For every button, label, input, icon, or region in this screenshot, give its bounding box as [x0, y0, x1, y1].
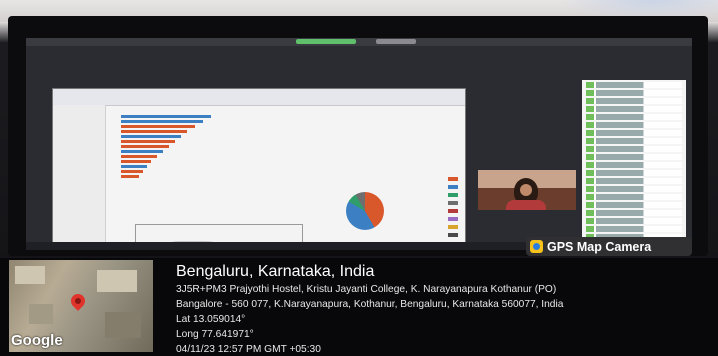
- chart-bar: [121, 165, 147, 168]
- address-line-1: 3J5R+PM3 Prajyothi Hostel, Kristu Jayant…: [176, 284, 557, 295]
- google-logo: Google: [11, 332, 63, 349]
- participant-row: [586, 122, 682, 128]
- chart-bar: [121, 160, 151, 163]
- participant-row: [586, 210, 682, 216]
- photo-scene: GPS Map Camera Google Bengaluru, Karnata…: [0, 0, 718, 356]
- address-line-2: Bangalore - 560 077, K.Narayanapura, Kot…: [176, 299, 564, 310]
- timestamp: 04/11/23 12:57 PM GMT +05:30: [176, 344, 321, 355]
- participant-row: [586, 98, 682, 104]
- longitude: Long 77.641971°: [176, 329, 254, 340]
- shared-app-toolbar: [53, 89, 465, 106]
- gps-map-camera-label: GPS Map Camera: [547, 239, 652, 254]
- participant-row: [586, 82, 682, 88]
- participant-row: [586, 130, 682, 136]
- shared-app-data-pane: [53, 105, 106, 250]
- participant-row: [586, 226, 682, 232]
- chart-bar: [121, 145, 169, 148]
- gps-map-camera-badge: GPS Map Camera: [526, 237, 692, 256]
- chart-bar: [121, 130, 187, 133]
- shared-bar-chart: [121, 115, 241, 215]
- chart-bar: [121, 150, 163, 153]
- monitor-screen: [26, 38, 692, 250]
- shared-chart-legend: [448, 177, 460, 250]
- participant-row: [586, 178, 682, 184]
- location-title: Bengaluru, Karnataka, India: [176, 263, 375, 280]
- chart-bar: [121, 155, 157, 158]
- view-indicator: [376, 39, 416, 44]
- chart-bar: [121, 175, 139, 178]
- map-building: [97, 270, 137, 292]
- participant-video-tile: [478, 170, 576, 210]
- location-details: Bengaluru, Karnataka, India 3J5R+PM3 Pra…: [176, 262, 706, 356]
- map-building: [29, 304, 53, 324]
- gps-map-camera-icon: [530, 240, 543, 253]
- participants-panel: [582, 80, 686, 250]
- shared-screen-window: [52, 88, 466, 250]
- participant-row: [586, 138, 682, 144]
- participant-face: [520, 184, 532, 196]
- participant-row: [586, 218, 682, 224]
- chart-bar: [121, 135, 181, 138]
- location-minimap: Google: [9, 260, 153, 352]
- chart-bar: [121, 170, 143, 173]
- participant-row: [586, 114, 682, 120]
- chart-bar: [121, 115, 211, 118]
- chart-bar: [121, 120, 203, 123]
- monitor: [8, 16, 708, 256]
- meeting-top-bar: [26, 38, 692, 46]
- map-building: [15, 266, 45, 284]
- map-pin-icon: [68, 291, 88, 311]
- participant-row: [586, 146, 682, 152]
- recording-indicator: [296, 39, 356, 44]
- participant-row: [586, 170, 682, 176]
- chart-bar: [121, 140, 175, 143]
- participant-row: [586, 162, 682, 168]
- participant-row: [586, 186, 682, 192]
- participant-row: [586, 202, 682, 208]
- participant-row: [586, 106, 682, 112]
- shared-pie-chart: [346, 192, 384, 230]
- participant-row: [586, 90, 682, 96]
- map-building: [105, 312, 141, 338]
- latitude: Lat 13.059014°: [176, 314, 246, 325]
- chart-bar: [121, 125, 195, 128]
- participant-row: [586, 194, 682, 200]
- participant-row: [586, 154, 682, 160]
- participant-body: [506, 200, 546, 210]
